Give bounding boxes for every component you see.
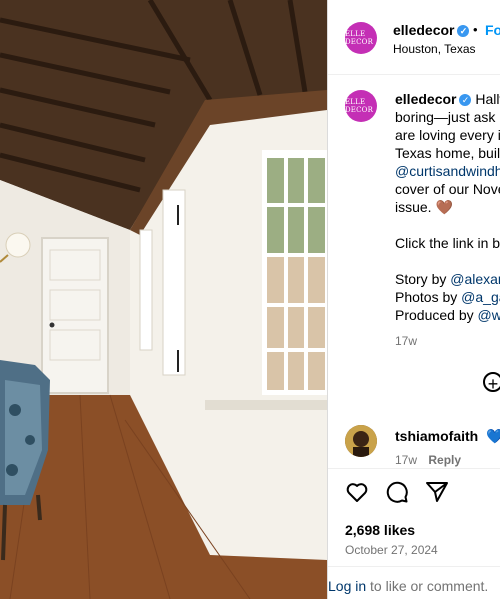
author-username[interactable]: elledecor ✓	[393, 22, 470, 38]
verified-badge-icon: ✓	[457, 25, 470, 38]
commenter-username[interactable]: tshiamofaith	[395, 428, 478, 444]
caption-line: Story by @alexan	[395, 270, 500, 288]
caption-line: Click the link in b	[395, 235, 500, 251]
caption-mention[interactable]: @alexan	[450, 271, 500, 287]
caption-mention[interactable]: @a_ga	[461, 289, 500, 305]
caption-line: boring—just ask	[395, 109, 496, 125]
post-date[interactable]: October 27, 2024	[345, 543, 438, 557]
caption-line: Texas home, built	[395, 145, 500, 161]
post-caption: elledecor✓ Hallway boring—just ask are l…	[395, 90, 500, 350]
caption-line: elledecor✓ Hallway	[395, 90, 500, 108]
actions-divider	[328, 468, 500, 469]
caption-timestamp[interactable]: 17w	[395, 332, 500, 350]
caption-author[interactable]: elledecor	[395, 91, 456, 107]
post-panel: ELLE DECOR elledecor✓ • Follow Houston, …	[327, 0, 500, 599]
author-avatar[interactable]: ELLE DECOR	[345, 22, 377, 54]
caption-line: Photos by @a_ga	[395, 288, 500, 306]
login-link[interactable]: Log in	[328, 578, 366, 594]
follow-button[interactable]: Follow	[485, 22, 500, 38]
comment-meta: 17w Reply	[395, 453, 461, 467]
caption-text: Produced by	[395, 307, 478, 323]
caption-mention[interactable]: @w	[478, 307, 500, 323]
verified-badge-icon: ✓	[459, 94, 472, 107]
author-name[interactable]: elledecor	[393, 22, 454, 38]
login-text: to like or comment.	[366, 578, 489, 594]
caption-line: cover of our Nove	[395, 181, 500, 197]
likes-count[interactable]: 2,698 likes	[345, 522, 415, 538]
avatar-label: ELLE DECOR	[345, 30, 374, 46]
caption-line: Produced by @w	[395, 306, 500, 324]
commenter-avatar[interactable]	[345, 425, 377, 457]
hallway-photo	[0, 0, 327, 599]
separator-dot: •	[473, 22, 478, 37]
comment-bubble-icon[interactable]	[385, 480, 409, 504]
post-location[interactable]: Houston, Texas	[393, 42, 476, 56]
comment-row: tshiamofaith 💙	[395, 428, 500, 445]
share-paper-plane-icon[interactable]	[425, 480, 449, 504]
caption-text: Hallway	[475, 91, 500, 107]
caption-text: Story by	[395, 271, 451, 287]
like-heart-icon[interactable]	[345, 480, 369, 504]
caption-mention[interactable]: @curtisandwindh	[395, 162, 500, 180]
caption-line: issue. 🤎	[395, 199, 453, 215]
caption-avatar[interactable]: ELLE DECOR	[345, 90, 377, 122]
caption-text: Photos by	[395, 289, 462, 305]
post-photo[interactable]	[0, 0, 327, 599]
comment-heart-icon: 💙	[486, 428, 500, 444]
reply-button[interactable]: Reply	[428, 453, 461, 467]
login-prompt: Log in to like or comment.	[328, 578, 488, 594]
commenter-photo	[345, 425, 377, 457]
comment-timestamp[interactable]: 17w	[395, 453, 417, 467]
caption-avatar-label: ELLE DECOR	[345, 98, 374, 114]
post-header: ELLE DECOR elledecor✓ • Follow Houston, …	[328, 0, 500, 75]
caption-line: are loving every i	[395, 127, 500, 143]
view-replies-plus-icon[interactable]: +	[483, 372, 500, 394]
